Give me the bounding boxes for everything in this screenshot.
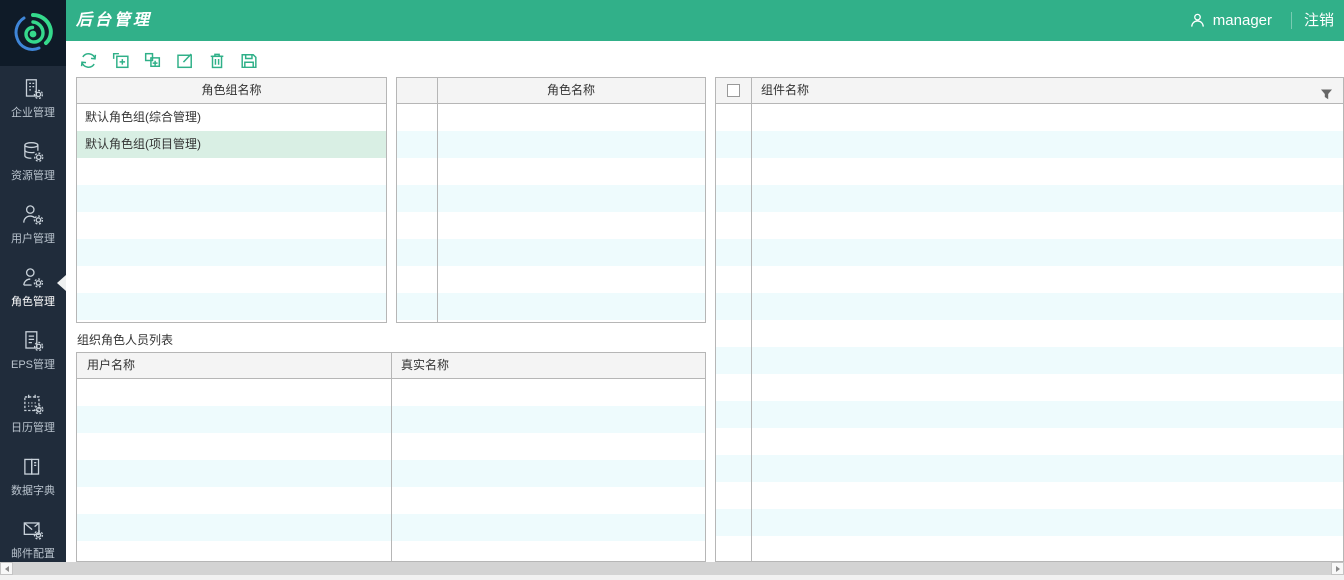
select-all-checkbox[interactable] [727, 84, 740, 97]
user-gear-icon [23, 204, 44, 225]
sidebar-item-label: 日历管理 [11, 421, 55, 434]
sidebar-item-enterprise[interactable]: 企业管理 [0, 66, 66, 129]
trash-icon [210, 53, 224, 69]
component-header-row: 组件名称 [716, 78, 1343, 104]
top-bar: 后台管理 manager 注销 [0, 0, 1344, 41]
toolbar [66, 41, 1344, 77]
logout-button[interactable]: 注销 [1304, 0, 1334, 41]
database-gear-icon [24, 141, 44, 162]
scroll-left-arrow-icon [4, 565, 9, 572]
component-header: 组件名称 [761, 83, 810, 97]
scroll-right-arrow-icon [1335, 565, 1340, 572]
role-group-panel: 角色组名称 默认角色组(综合管理) 默认角色组(项目管理) [76, 77, 387, 323]
user-icon [1190, 13, 1204, 27]
swirl-logo-icon [14, 12, 53, 51]
sidebar-item-label: 角色管理 [11, 295, 55, 308]
role-group-row[interactable]: 默认角色组(综合管理) [77, 104, 386, 131]
mail-gear-icon [23, 521, 44, 540]
save-button[interactable] [238, 50, 259, 71]
edit-button[interactable] [174, 50, 195, 71]
document-gear-icon [25, 330, 44, 351]
sidebar-nav: 企业管理 资源管理 用户管理 角色管理 EPS管理 日历管理 数据字典 邮件配置 [0, 66, 66, 580]
copy-add-button[interactable] [142, 50, 163, 71]
delete-button[interactable] [206, 50, 227, 71]
copy-add-icon [144, 52, 161, 68]
add-button[interactable] [110, 50, 131, 71]
username-label: manager [1212, 12, 1272, 29]
sidebar-item-calendar[interactable]: 日历管理 [0, 381, 66, 444]
filter-button[interactable] [1320, 85, 1333, 100]
sidebar-item-label: 企业管理 [11, 106, 55, 119]
username-column-header: 用户名称 [87, 358, 136, 372]
edit-icon [177, 53, 192, 69]
role-empty-rows [397, 104, 705, 322]
app-window: 后台管理 manager 注销 企业管理 资源管理 用户管理 角色管理 EPS管… [0, 0, 1344, 580]
scroll-right-button[interactable] [1331, 562, 1344, 575]
horizontal-scrollbar-thumb[interactable] [13, 562, 1331, 575]
refresh-icon [80, 53, 97, 68]
filter-icon [1321, 89, 1332, 100]
sidebar-item-dictionary[interactable]: 数据字典 [0, 444, 66, 507]
add-icon [112, 52, 129, 69]
calendar-gear-icon [24, 394, 44, 414]
role-header: 角色名称 [397, 78, 705, 104]
user-menu[interactable]: manager [1189, 0, 1272, 41]
save-icon [241, 53, 257, 69]
sidebar-item-eps[interactable]: EPS管理 [0, 318, 66, 381]
sidebar-item-roles[interactable]: 角色管理 [0, 255, 66, 318]
topbar-divider [1291, 12, 1292, 29]
role-group-row-selected[interactable]: 默认角色组(项目管理) [77, 131, 386, 158]
org-members-panel: 用户名称 真实名称 [76, 352, 706, 562]
sidebar-item-label: 邮件配置 [11, 547, 55, 560]
scroll-left-button[interactable] [0, 562, 13, 575]
sidebar-item-mail[interactable]: 邮件配置 [0, 507, 66, 570]
org-members-column-divider [391, 353, 392, 561]
component-empty-rows [716, 104, 1343, 561]
sidebar-item-users[interactable]: 用户管理 [0, 192, 66, 255]
app-logo[interactable] [0, 0, 66, 66]
role-group-empty-rows [77, 158, 386, 322]
sidebar-item-resources[interactable]: 资源管理 [0, 129, 66, 192]
book-icon [24, 458, 40, 475]
bottom-strip [0, 575, 1344, 580]
org-list-title: 组织角色人员列表 [77, 333, 174, 347]
page-title: 后台管理 [76, 12, 153, 29]
component-panel-column-divider [751, 78, 752, 561]
component-panel: 组件名称 [715, 77, 1344, 562]
building-gear-icon [25, 78, 44, 99]
sidebar-item-label: 用户管理 [11, 232, 55, 245]
sidebar-item-label: 资源管理 [11, 169, 55, 182]
horizontal-scrollbar[interactable] [0, 562, 1344, 575]
role-group-header: 角色组名称 [77, 78, 386, 104]
role-panel-column-divider [437, 78, 438, 322]
realname-column-header: 真实名称 [401, 358, 450, 372]
sidebar-item-label: 数据字典 [11, 484, 55, 497]
role-gear-icon [23, 267, 44, 288]
sidebar-item-label: EPS管理 [10, 358, 55, 371]
role-panel: 角色名称 [396, 77, 706, 323]
refresh-button[interactable] [78, 50, 99, 71]
